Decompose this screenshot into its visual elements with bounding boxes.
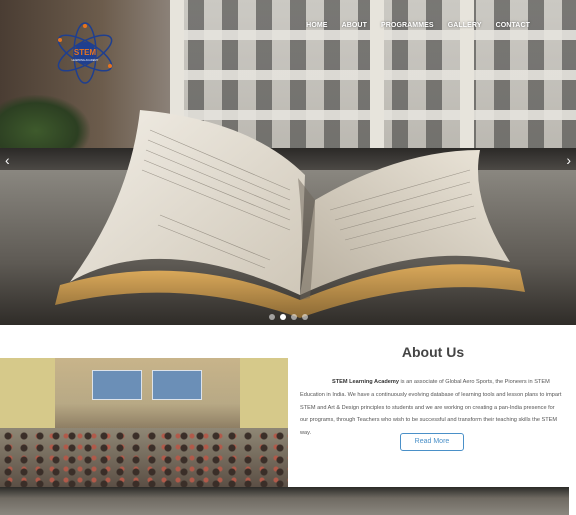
about-body-text: is an associate of Global Aero Sports, t… xyxy=(300,379,562,437)
logo-text: STEM xyxy=(74,48,97,57)
about-brand-name: STEM Learning Academy xyxy=(332,379,399,385)
nav-gallery[interactable]: GALLERY xyxy=(448,22,482,29)
slider-next-icon[interactable]: › xyxy=(566,152,571,168)
read-more-button[interactable]: Read More xyxy=(400,433,464,451)
slider-dot-1[interactable] xyxy=(269,314,275,320)
slider-dots xyxy=(269,314,308,320)
next-section-image xyxy=(0,487,569,515)
projection-screen xyxy=(92,370,142,400)
about-description: STEM Learning Academy is an associate of… xyxy=(300,376,564,440)
about-title: About Us xyxy=(401,344,465,360)
lecture-hall-image xyxy=(0,358,288,488)
main-nav: HOME ABOUT PROGRAMMES GALLERY CONTACT xyxy=(306,22,530,29)
logo-subtext: LEARNING ACADEMY xyxy=(72,58,99,62)
nav-home[interactable]: HOME xyxy=(306,22,327,29)
slider-prev-icon[interactable]: ‹ xyxy=(5,152,10,168)
nav-programmes[interactable]: PROGRAMMES xyxy=(381,22,434,29)
slider-dot-4[interactable] xyxy=(302,314,308,320)
slider-dot-3[interactable] xyxy=(291,314,297,320)
nav-about[interactable]: ABOUT xyxy=(342,22,367,29)
audience xyxy=(0,428,288,488)
projection-screen xyxy=(152,370,202,400)
slider-dot-2[interactable] xyxy=(280,314,286,320)
nav-contact[interactable]: CONTACT xyxy=(496,22,530,29)
stem-logo[interactable]: STEM LEARNING ACADEMY xyxy=(52,22,118,84)
hero-slider: STEM LEARNING ACADEMY HOME ABOUT PROGRAM… xyxy=(0,0,576,325)
